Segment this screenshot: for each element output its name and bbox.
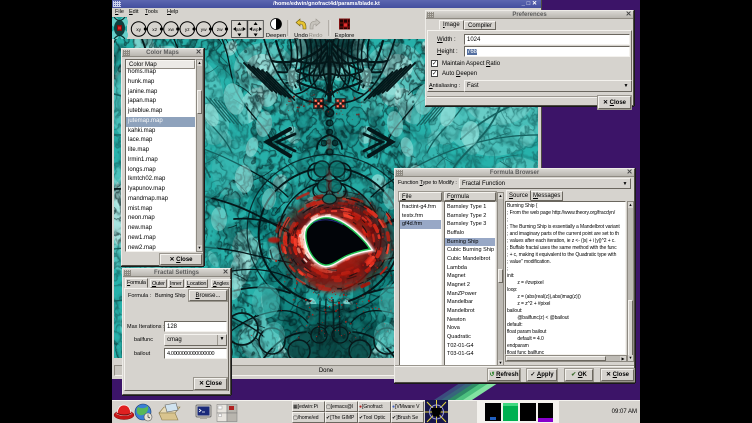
svg-text:xy: xy	[136, 28, 141, 33]
svg-text:yz: yz	[185, 28, 190, 33]
svg-text:pan: pan	[236, 27, 244, 32]
svg-text:wp: wp	[253, 27, 259, 32]
svg-text:xw: xw	[168, 28, 174, 33]
svg-text:xz: xz	[152, 28, 157, 33]
svg-text:yw: yw	[201, 28, 207, 33]
svg-text:zw: zw	[217, 28, 223, 33]
